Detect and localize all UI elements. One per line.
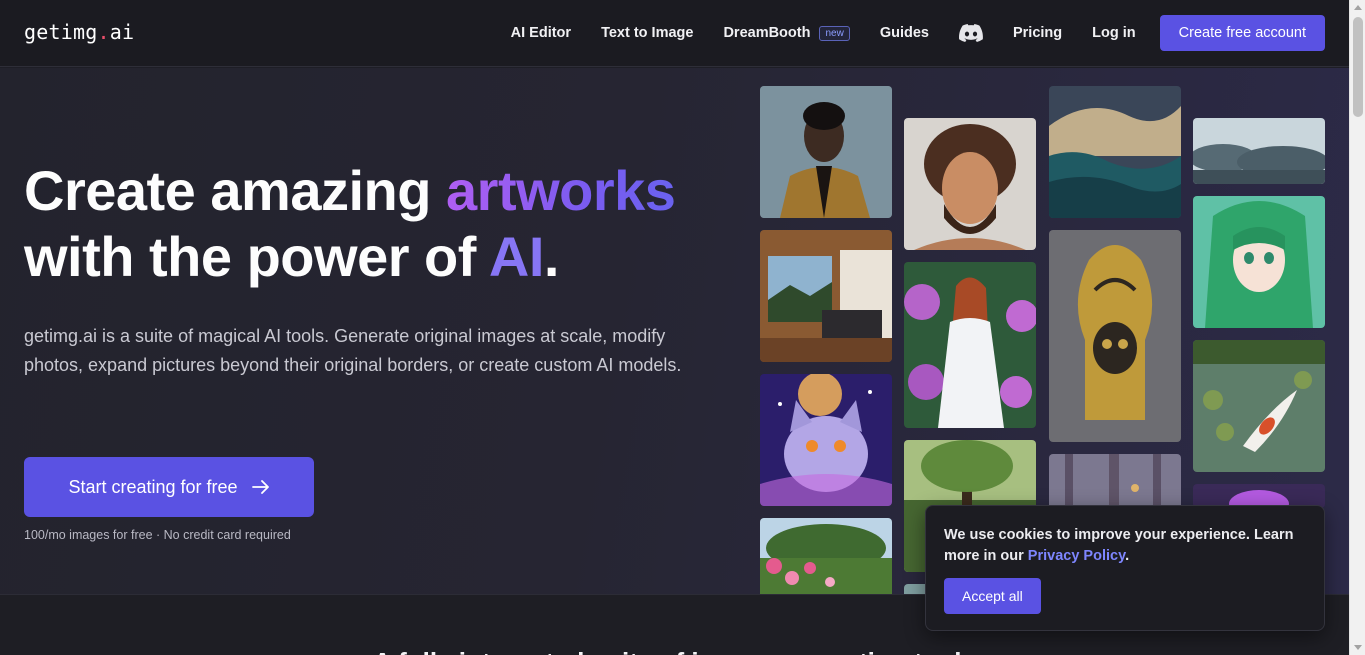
cookie-period: . <box>1125 548 1130 564</box>
headline-text-2: with the power of <box>24 225 489 288</box>
discord-icon[interactable] <box>958 24 983 42</box>
gallery-image-curly-haired-man[interactable] <box>904 118 1036 250</box>
nav-text-to-image[interactable]: Text to Image <box>601 25 693 41</box>
gallery-image-woman-flowers-dress[interactable] <box>904 262 1036 428</box>
scroll-up-arrow-icon[interactable] <box>1354 5 1362 10</box>
start-creating-label: Start creating for free <box>68 476 238 497</box>
nav-ai-editor[interactable]: AI Editor <box>511 25 571 41</box>
create-account-button[interactable]: Create free account <box>1159 15 1325 51</box>
gallery-image-green-haired-anime-girl[interactable] <box>1193 196 1325 328</box>
free-note: 100/mo images for free · No credit card … <box>24 528 291 542</box>
nav-dreambooth-label: DreamBooth <box>723 25 811 41</box>
headline-text-1: Create amazing <box>24 159 446 222</box>
gallery-image-stormy-sea[interactable] <box>1049 86 1181 218</box>
gallery-image-cosmic-cat[interactable] <box>760 374 892 506</box>
privacy-policy-link[interactable]: Privacy Policy <box>1028 548 1125 564</box>
logo[interactable]: getimg.ai <box>24 20 134 44</box>
accept-cookies-button[interactable]: Accept all <box>944 578 1041 614</box>
gallery-image-rose-garden[interactable] <box>760 518 892 594</box>
nav-pricing[interactable]: Pricing <box>1013 25 1062 41</box>
hero-description: getimg.ai is a suite of magical AI tools… <box>24 326 682 375</box>
gallery-image-koi-pond[interactable] <box>1193 340 1325 472</box>
start-creating-button[interactable]: Start creating for free <box>24 457 314 517</box>
gallery-image-wooden-bedroom[interactable] <box>760 230 892 362</box>
nav-guides[interactable]: Guides <box>880 25 929 41</box>
gallery-image-portrait-man-coat[interactable] <box>760 86 892 218</box>
gallery-image-golden-skull-ornament[interactable] <box>1049 230 1181 442</box>
top-nav: getimg.ai AI Editor Text to Image DreamB… <box>0 0 1349 67</box>
logo-text: getimg <box>24 20 98 44</box>
scroll-thumb[interactable] <box>1353 17 1363 117</box>
logo-tld: ai <box>109 20 135 44</box>
page-scrollbar[interactable] <box>1349 0 1365 655</box>
nav-login[interactable]: Log in <box>1092 25 1136 41</box>
features-title: A fully integrated suite of image genera… <box>0 647 1349 655</box>
new-badge: new <box>819 25 850 41</box>
cookie-banner: We use cookies to improve your experienc… <box>925 505 1325 631</box>
headline-highlight: artworks <box>446 159 676 222</box>
arrow-right-icon <box>251 480 270 494</box>
nav-links: AI Editor Text to Image DreamBooth new Gu… <box>511 15 1325 51</box>
scroll-down-arrow-icon[interactable] <box>1354 645 1362 650</box>
logo-dot: . <box>97 20 110 44</box>
cookie-message: We use cookies to improve your experienc… <box>944 525 1304 567</box>
hero-headline: Create amazing artworks with the power o… <box>24 158 676 290</box>
gallery-image-clouds-landscape[interactable] <box>1193 118 1325 184</box>
headline-period: . <box>543 225 560 288</box>
headline-ai: AI <box>488 225 545 288</box>
nav-dreambooth[interactable]: DreamBooth new <box>723 25 850 41</box>
